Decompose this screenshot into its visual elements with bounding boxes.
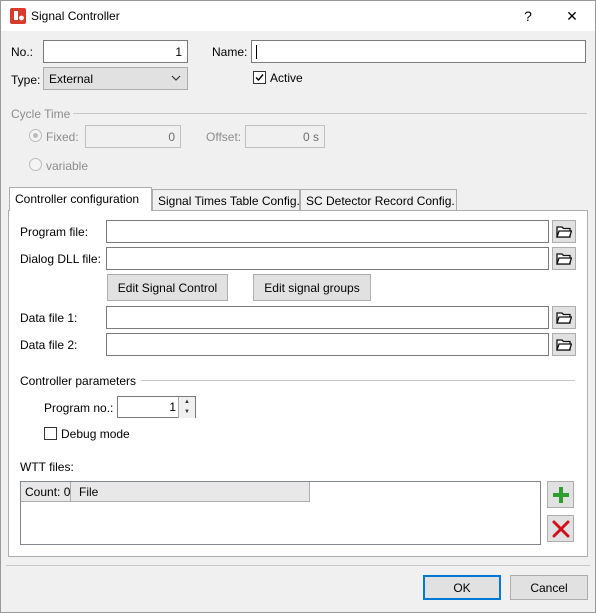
delete-wtt-file-button[interactable] bbox=[547, 515, 574, 542]
offset-label: Offset: bbox=[206, 130, 242, 144]
stepper-down-button[interactable]: ▼ bbox=[179, 407, 195, 417]
folder-icon bbox=[556, 338, 572, 351]
no-value: 1 bbox=[175, 45, 182, 59]
close-icon: ✕ bbox=[566, 7, 578, 24]
program-file-label: Program file: bbox=[20, 225, 89, 239]
tab-label: Controller configuration bbox=[15, 192, 140, 206]
delete-x-icon bbox=[552, 520, 569, 537]
type-value: External bbox=[49, 72, 94, 86]
data-file1-label: Data file 1: bbox=[20, 311, 78, 325]
fixed-label: Fixed: bbox=[46, 130, 79, 144]
program-file-input[interactable] bbox=[106, 220, 549, 243]
no-label: No.: bbox=[11, 45, 34, 59]
checkmark-icon bbox=[255, 74, 264, 82]
footer-divider bbox=[6, 565, 590, 566]
stepper-buttons: ▲ ▼ bbox=[178, 397, 195, 418]
button-label: OK bbox=[453, 580, 471, 595]
variable-label: variable bbox=[46, 159, 89, 173]
edit-signal-control-button[interactable]: Edit Signal Control bbox=[107, 274, 228, 301]
wtt-files-grid[interactable]: Count: 0 File bbox=[20, 481, 541, 545]
controller-parameters-divider bbox=[141, 380, 575, 381]
wtt-file-header[interactable]: File bbox=[71, 482, 310, 502]
button-label: Cancel bbox=[530, 580, 568, 595]
active-checkbox[interactable] bbox=[253, 71, 266, 84]
close-button[interactable]: ✕ bbox=[556, 3, 588, 29]
program-no-stepper[interactable]: 1 ▲ ▼ bbox=[117, 396, 196, 418]
debug-mode-label: Debug mode bbox=[61, 427, 130, 441]
tab-signal-times-table-config[interactable]: Signal Times Table Config. bbox=[152, 189, 300, 211]
chevron-down-icon bbox=[171, 75, 181, 81]
active-label: Active bbox=[270, 71, 303, 85]
program-no-label: Program no.: bbox=[44, 401, 114, 415]
no-input[interactable]: 1 bbox=[43, 40, 188, 63]
dialog-dll-browse-button[interactable] bbox=[552, 247, 576, 270]
tab-label: SC Detector Record Config. bbox=[306, 194, 455, 208]
button-label: Edit Signal Control bbox=[117, 280, 218, 295]
tab-label: Signal Times Table Config. bbox=[158, 194, 300, 208]
fixed-radio[interactable] bbox=[29, 129, 42, 142]
type-label: Type: bbox=[11, 73, 41, 87]
program-file-browse-button[interactable] bbox=[552, 220, 576, 243]
data-file2-browse-button[interactable] bbox=[552, 333, 576, 356]
app-icon bbox=[10, 8, 26, 24]
title-bar: Signal Controller ? ✕ bbox=[0, 0, 596, 31]
text-cursor bbox=[256, 45, 257, 59]
tab-sc-detector-record-config[interactable]: SC Detector Record Config. bbox=[300, 189, 457, 211]
debug-mode-checkbox[interactable] bbox=[44, 427, 57, 440]
data-file1-input[interactable] bbox=[106, 306, 549, 329]
data-file1-browse-button[interactable] bbox=[552, 306, 576, 329]
wtt-files-label: WTT files: bbox=[20, 460, 74, 474]
data-file2-input[interactable] bbox=[106, 333, 549, 356]
folder-icon bbox=[556, 311, 572, 324]
variable-radio[interactable] bbox=[29, 158, 42, 171]
tab-controller-configuration[interactable]: Controller configuration bbox=[9, 187, 152, 211]
button-label: Edit signal groups bbox=[264, 280, 360, 295]
header-text: File bbox=[79, 485, 99, 499]
offset-value: 0 s bbox=[302, 130, 319, 144]
dialog-dll-label: Dialog DLL file: bbox=[20, 252, 101, 266]
window-title: Signal Controller bbox=[31, 9, 120, 23]
fixed-value: 0 bbox=[168, 130, 175, 144]
caret-up-icon: ▲ bbox=[184, 399, 190, 405]
cycle-time-divider bbox=[73, 113, 587, 114]
edit-signal-groups-button[interactable]: Edit signal groups bbox=[253, 274, 371, 301]
folder-icon bbox=[556, 225, 572, 238]
data-file2-label: Data file 2: bbox=[20, 338, 78, 352]
program-no-value: 1 bbox=[169, 400, 176, 414]
help-button[interactable]: ? bbox=[512, 3, 544, 29]
ok-button[interactable]: OK bbox=[423, 575, 501, 600]
add-wtt-file-button[interactable] bbox=[547, 481, 574, 508]
cycle-time-label: Cycle Time bbox=[11, 107, 71, 121]
offset-input[interactable]: 0 s bbox=[245, 125, 325, 148]
type-select[interactable]: External bbox=[43, 67, 188, 90]
name-label: Name: bbox=[212, 45, 248, 59]
cancel-button[interactable]: Cancel bbox=[510, 575, 588, 600]
dialog-dll-input[interactable] bbox=[106, 247, 549, 270]
help-icon: ? bbox=[524, 8, 532, 24]
header-text: Count: 0 bbox=[25, 485, 71, 499]
plus-icon bbox=[552, 486, 569, 503]
folder-icon bbox=[556, 252, 572, 265]
name-input[interactable] bbox=[251, 40, 586, 63]
wtt-count-header: Count: 0 bbox=[21, 482, 71, 502]
caret-down-icon: ▼ bbox=[184, 409, 190, 415]
fixed-input[interactable]: 0 bbox=[85, 125, 181, 148]
controller-parameters-label: Controller parameters bbox=[20, 374, 137, 388]
stepper-up-button[interactable]: ▲ bbox=[179, 397, 195, 407]
